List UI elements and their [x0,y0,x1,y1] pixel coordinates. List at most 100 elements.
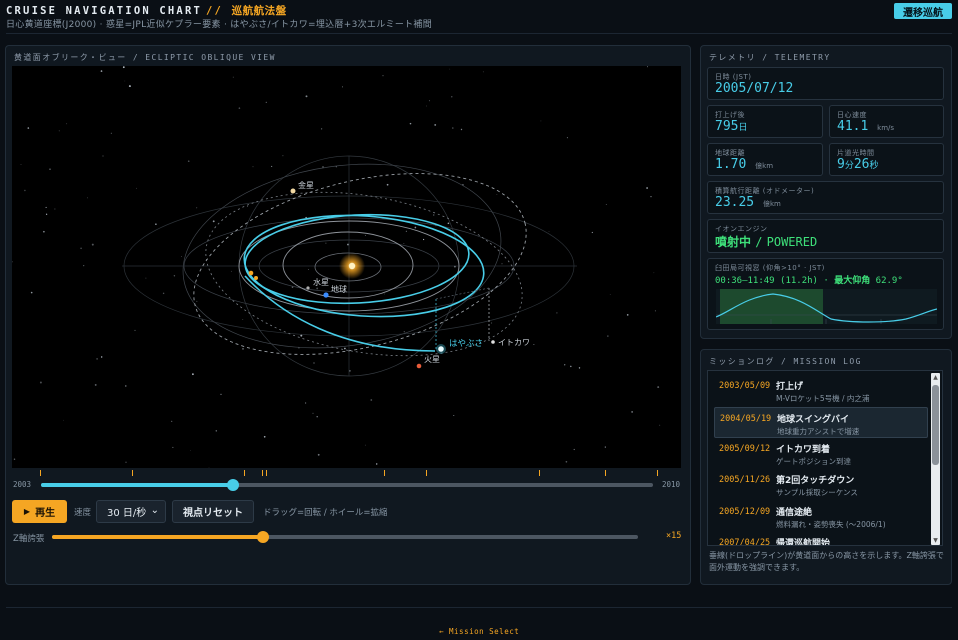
star [13,458,16,461]
swingby-marker-2 [254,276,258,280]
star [80,247,82,250]
star [364,444,366,446]
star [43,230,45,233]
event-tick[interactable] [262,470,263,476]
star [122,66,125,69]
star [30,291,33,294]
drop-line [435,287,490,300]
star [646,66,649,68]
timeline-slider[interactable] [41,479,653,491]
sun [348,262,356,270]
event-ticks [35,470,658,478]
engine-status-en: POWERED [766,235,818,249]
star [181,256,182,257]
event-tick[interactable] [384,470,385,476]
event-tick[interactable] [266,470,267,476]
event-tick[interactable] [40,470,41,476]
star [27,127,30,129]
footer-divider [6,607,952,608]
star [242,348,244,350]
star [325,242,327,244]
earth-marker[interactable] [323,292,329,298]
mercury-marker[interactable] [306,286,310,290]
orbit-svg[interactable]: 金星 水星 地球 はやぶさ イトカワ 火星 [12,66,681,468]
star [192,373,194,376]
log-item-active[interactable]: 2004/05/19 地球スイングバイ 地球重力アシストで増速 [714,407,928,438]
star [591,231,593,234]
event-tick[interactable] [657,470,658,476]
hayabusa-marker[interactable] [438,346,444,352]
log-desc: M-Vロケット5号機 / 内之浦 [776,394,870,403]
star [208,467,210,468]
event-tick[interactable] [605,470,606,476]
speed-select[interactable]: 30 日/秒 ⌄ [96,500,166,523]
reset-view-button[interactable]: 視点リセット [172,500,254,523]
star [91,243,94,246]
light-time-sec-unit: 秒 [869,161,879,171]
star [305,95,308,98]
app-subtitle: 日心黄道座標(J2000) · 惑星=JPL近似ケプラー要素 · はやぶさ/イト… [6,20,433,30]
orbit-canvas[interactable]: 金星 水星 地球 はやぶさ イトカワ 火星 [12,66,681,468]
star [496,194,498,195]
star [313,362,315,364]
log-item[interactable]: 2005/12/09 通信途絶 燃料漏れ・姿勢喪失 (〜2006/1) [714,501,928,532]
since-launch-number: 795 [715,119,739,134]
scroll-down-icon[interactable]: ▼ [931,537,940,544]
z-thumb[interactable] [256,531,269,543]
star [349,370,351,372]
tilted-ring [182,163,502,349]
odometer-value: 23.25 億km [715,195,781,210]
mars-label: 火星 [424,355,440,364]
visibility-card: 臼田局可視窓 (仰角>10° · JST) 00:36–11:49 (11.2h… [707,258,944,330]
star [96,358,98,360]
itokawa-label: イトカワ [498,338,530,347]
log-item[interactable]: 2005/11/26 第2回タッチダウン サンプル採取シーケンス [714,469,928,500]
z-exaggeration-slider[interactable] [52,531,638,543]
star [102,155,104,157]
itokawa-marker[interactable] [491,340,495,344]
log-scroll-thumb[interactable] [932,385,939,465]
star [265,101,267,104]
elevation-chart [716,289,937,324]
log-desc: サンプル採取シーケンス [776,488,858,497]
star [304,402,307,404]
star [317,453,320,456]
visibility-label: 臼田局可視窓 (仰角>10° · JST) [715,264,825,272]
view-panel-title: 黄道面オブリーク・ビュー / ECLIPTIC OBLIQUE VIEW [14,53,276,62]
log-item[interactable]: 2007/04/25 帰還巡航開始 [714,532,928,545]
star [100,70,103,72]
mode-button[interactable]: 遷移巡航 [894,3,952,19]
star [403,331,405,333]
telemetry-panel: テレメトリ / TELEMETRY 日時 (JST) 2005/07/12 打上… [700,45,952,339]
star [451,96,453,98]
log-item[interactable]: 2005/09/12 イトカワ到着 ゲートポジション到達 [714,438,928,469]
log-scrollbar[interactable]: ▲ ▼ [931,373,940,545]
timeline-thumb[interactable] [226,479,239,491]
log-note: 垂線(ドロップライン)が黄道面からの高さを示します。Z軸誇張で面外運動を強調でき… [709,551,944,572]
event-tick[interactable] [244,470,245,476]
visibility-value: 00:36–11:49 (11.2h) · 最大仰角 62.9° [715,273,903,286]
star [172,446,174,448]
mission-log-list[interactable]: 2003/05/09 打上げ M-Vロケット5号機 / 内之浦 2004/05/… [707,370,943,546]
event-tick[interactable] [539,470,540,476]
event-tick[interactable] [426,470,427,476]
log-item[interactable]: 2003/05/09 打上げ M-Vロケット5号機 / 内之浦 [714,375,928,406]
star [452,127,454,129]
log-title: イトカワ到着 [776,445,831,455]
scroll-up-icon[interactable]: ▲ [931,374,940,381]
log-date: 2004/05/19 [720,414,772,424]
star [609,294,611,295]
light-time-card: 片道光時間 9分26秒 [829,143,944,176]
star [242,319,244,320]
log-title: 打上げ [776,382,804,392]
star [460,128,463,131]
play-button[interactable]: ▶ 再生 [12,500,67,523]
venus-marker[interactable] [290,188,296,194]
star [39,381,42,384]
star [246,206,248,208]
event-tick[interactable] [132,470,133,476]
mars-marker[interactable] [416,363,422,369]
engine-status-sep: / [755,235,763,249]
mission-select-link[interactable]: ← Mission Select [439,627,519,636]
star [58,130,60,132]
